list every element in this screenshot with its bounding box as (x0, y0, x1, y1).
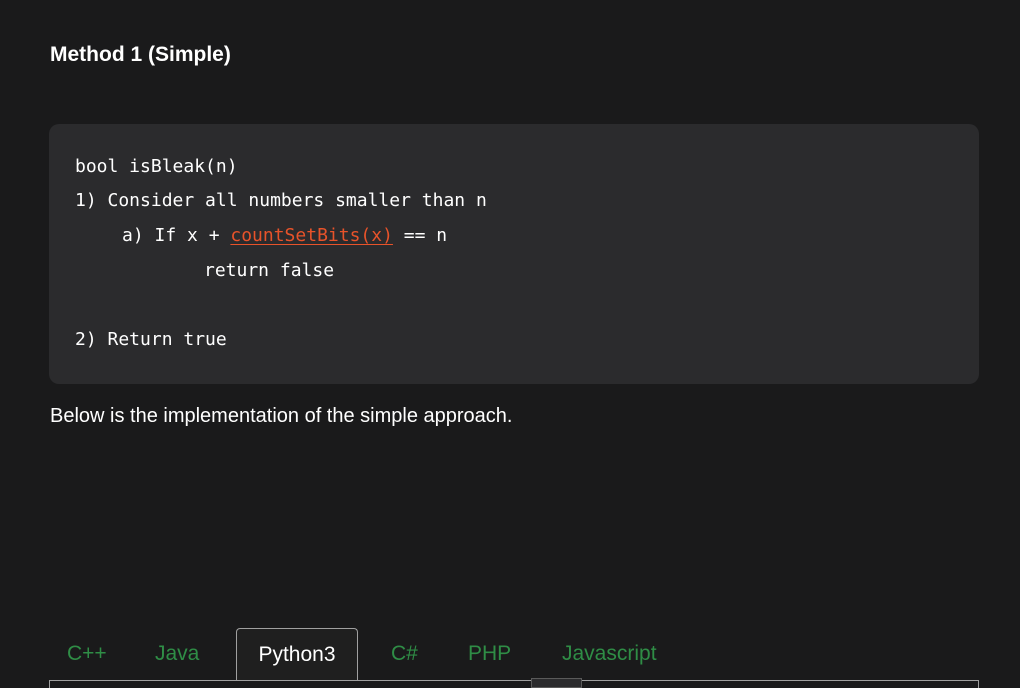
tab-python3[interactable]: Python3 (236, 628, 358, 680)
code-line-step-2: 2) Return true (75, 329, 227, 350)
language-tabs: C++ Java Python3 C# PHP Javascript (49, 628, 979, 688)
scroll-handle[interactable] (531, 678, 582, 688)
tab-java[interactable]: Java (137, 628, 217, 680)
code-line-signature: bool isBleak(n) (75, 156, 238, 177)
implementation-intro-text: Below is the implementation of the simpl… (50, 405, 513, 427)
tab-javascript[interactable]: Javascript (544, 628, 675, 680)
code-line-step-1: 1) Consider all numbers smaller than n (75, 190, 487, 211)
code-block: bool isBleak(n) 1) Consider all numbers … (49, 124, 979, 384)
code-line-step-1a-suffix: == n (392, 225, 448, 246)
tab-csharp[interactable]: C# (373, 628, 436, 680)
count-set-bits-link[interactable]: countSetBits(x) (230, 225, 393, 246)
code-line-step-1a: a) If x + countSetBits(x) == n (122, 224, 447, 248)
tab-panel-border (49, 680, 979, 688)
code-line-step-1a-prefix: a) If x + (122, 225, 231, 246)
section-heading: Method 1 (Simple) (50, 43, 231, 66)
tab-php[interactable]: PHP (450, 628, 529, 680)
tab-cpp[interactable]: C++ (49, 628, 125, 680)
code-line-return-false: return false (204, 260, 335, 281)
